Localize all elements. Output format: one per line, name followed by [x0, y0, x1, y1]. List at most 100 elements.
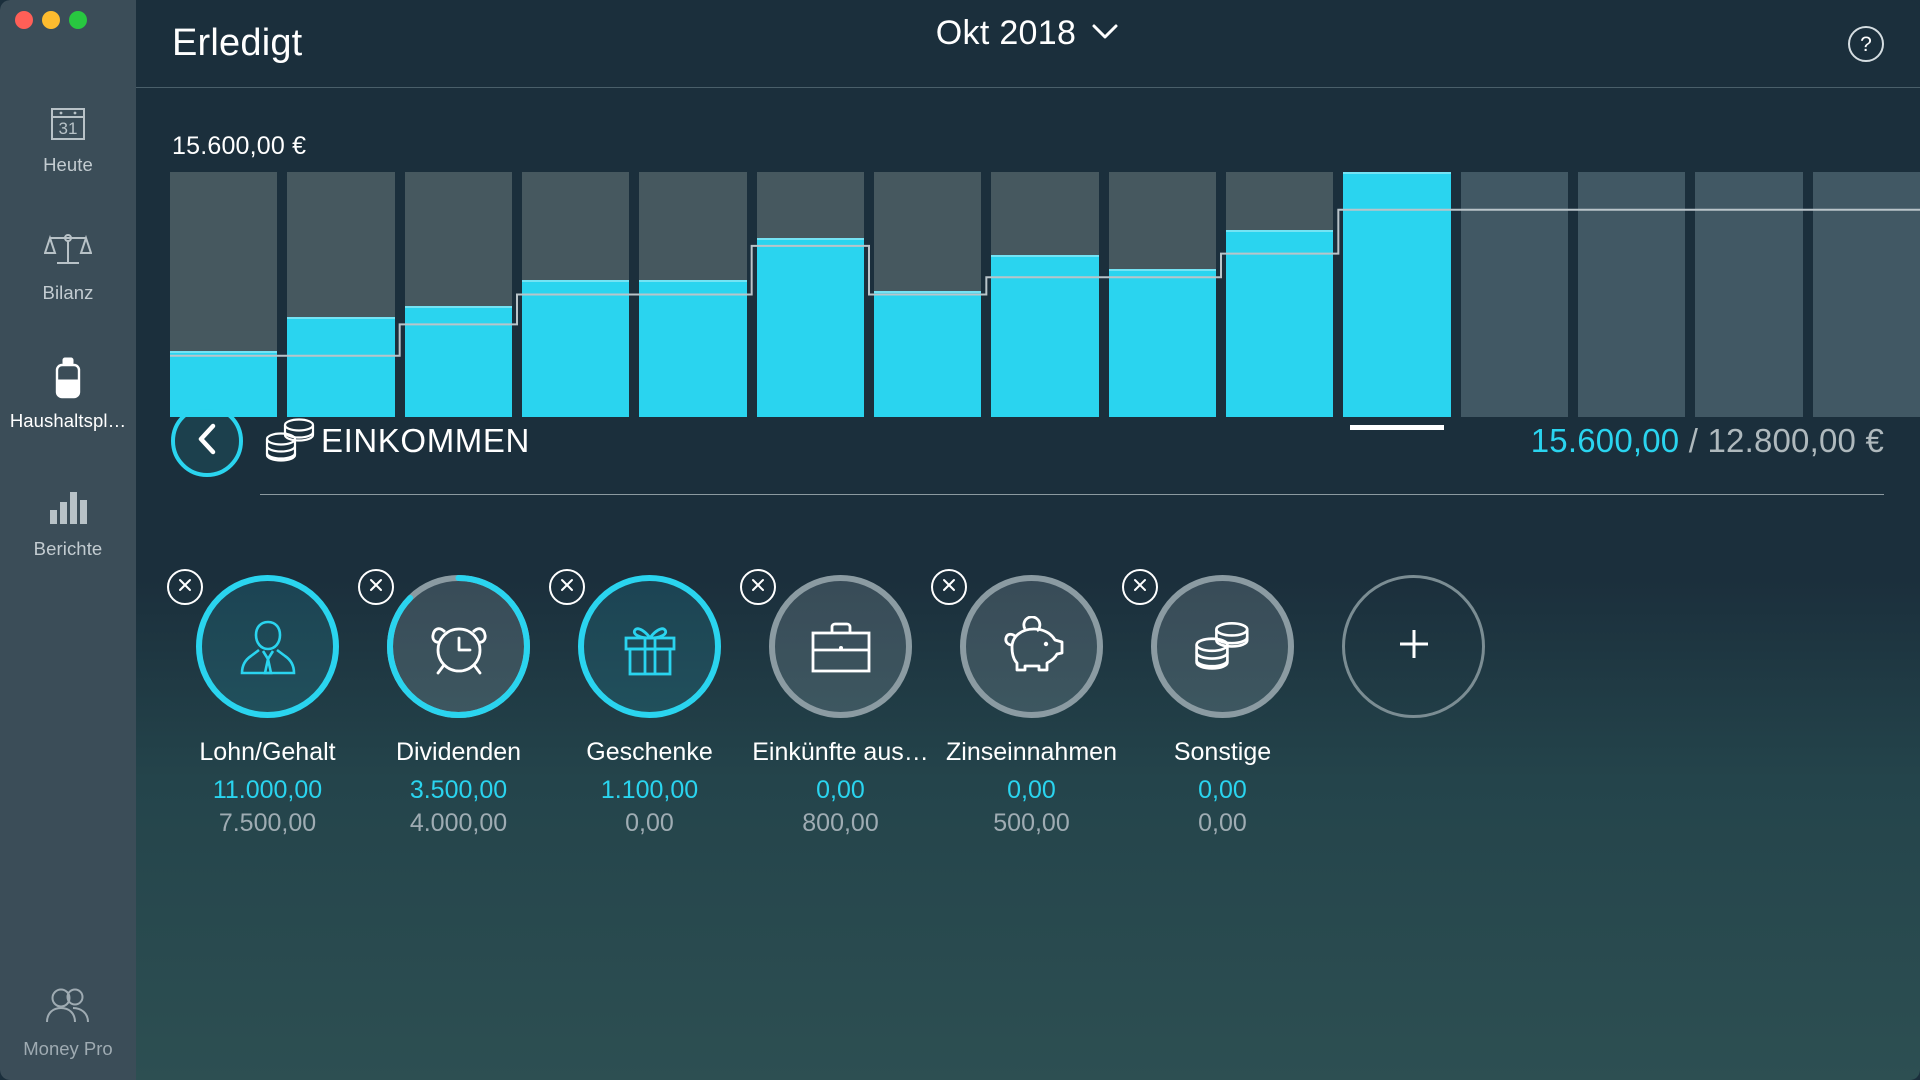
section-total: 12.800,00 € [1707, 422, 1884, 459]
delete-category-button[interactable] [1122, 569, 1158, 605]
titlebar: Erledigt Okt 2018 ? [136, 0, 1920, 88]
add-category-button[interactable] [1342, 575, 1485, 718]
period-selector[interactable]: Okt 2018 [136, 14, 1920, 53]
sidebar-item-bilanz[interactable]: Bilanz [0, 214, 136, 318]
svg-text:31: 31 [59, 119, 78, 138]
chart-max-label: 15.600,00 € [172, 132, 307, 160]
category-label: Dividenden [395, 738, 522, 766]
help-button[interactable]: ? [1848, 26, 1884, 62]
category-spent: 0,00 [816, 776, 865, 804]
bar-track [1460, 172, 1568, 417]
period-label: Okt 2018 [935, 14, 1077, 52]
sidebar-nav: 31 Heute Bilanz Haushaltspl… Berichte [0, 86, 136, 598]
calendar-31-icon: 31 [42, 100, 94, 146]
category-budget: 0,00 [625, 809, 674, 837]
battery-icon [42, 356, 94, 402]
briefcase-icon [805, 616, 877, 678]
sidebar-item-label: Heute [43, 154, 93, 175]
sidebar-item-label: Haushaltspl… [9, 410, 127, 431]
close-window-button[interactable] [15, 11, 33, 29]
close-circle-icon [366, 575, 386, 600]
section-divider [260, 494, 1884, 495]
section-spent: 15.600,00 [1530, 422, 1680, 459]
category-budget: 800,00 [802, 809, 879, 837]
category-cell: Dividenden 3.500,00 4.000,00 [358, 569, 554, 838]
category-budget: 7.500,00 [218, 809, 317, 837]
alarm-clock-icon [423, 611, 495, 683]
sidebar-item-label: Berichte [33, 538, 103, 559]
delete-category-button[interactable] [740, 569, 776, 605]
section-title: EINKOMMEN [321, 422, 530, 459]
sidebar-item-haushaltsplan[interactable]: Haushaltspl… [0, 342, 136, 446]
sidebar-item-berichte[interactable]: Berichte [0, 470, 136, 574]
question-mark-icon: ? [1860, 32, 1872, 56]
chart-bar-month[interactable] [1695, 172, 1803, 417]
money-pro-brand[interactable]: Money Pro [0, 986, 136, 1060]
brand-label: Money Pro [23, 1038, 113, 1059]
section-header: EINKOMMEN 15.600,00 / 12.800,00 € [136, 395, 1920, 505]
chart-bar-month[interactable] [756, 172, 864, 417]
category-cell: Zinseinnahmen 0,00 500,00 [931, 569, 1127, 838]
chart-bar-month[interactable] [1460, 172, 1568, 417]
coins-stack-icon [260, 410, 322, 472]
category-spent: 11.000,00 [212, 776, 323, 804]
chart-bar-month[interactable] [1226, 172, 1334, 417]
close-circle-icon [175, 575, 195, 600]
chart-bar-month[interactable] [991, 172, 1099, 417]
category-label: Lohn/Gehalt [199, 738, 336, 766]
chart-bar-month[interactable] [404, 172, 512, 417]
back-button[interactable] [171, 405, 243, 477]
sidebar-item-label: Bilanz [42, 282, 94, 303]
bar-chart-icon [42, 484, 94, 530]
chart-bar-month[interactable] [874, 172, 982, 417]
plus-icon [1391, 621, 1437, 672]
delete-category-button[interactable] [549, 569, 585, 605]
delete-category-button[interactable] [931, 569, 967, 605]
section-separator: / [1688, 422, 1699, 459]
category-label: Sonstige [1173, 738, 1272, 766]
category-label: Zinseinnahmen [946, 738, 1117, 766]
delete-category-button[interactable] [358, 569, 394, 605]
category-circle-wrap [167, 569, 339, 718]
person-tie-icon [233, 612, 303, 682]
zoom-window-button[interactable] [69, 11, 87, 29]
sidebar: 31 Heute Bilanz Haushaltspl… Berichte Mo… [0, 0, 136, 1080]
close-circle-icon [1130, 575, 1150, 600]
piggy-bank-icon [995, 615, 1069, 678]
main-content: Erledigt Okt 2018 ? 15.600,00 € EINKOMME… [136, 0, 1920, 1080]
bar-value [756, 237, 864, 417]
chart-bar-month[interactable] [1108, 172, 1216, 417]
minimize-window-button[interactable] [42, 11, 60, 29]
category-cell: Einkünfte aus… 0,00 800,00 [740, 569, 936, 838]
add-category-cell [1318, 575, 1509, 838]
chart-bars [170, 172, 1920, 430]
category-circle-wrap [931, 569, 1103, 718]
bar-track [1695, 172, 1803, 417]
category-circle-wrap [1122, 569, 1294, 718]
window-traffic-lights [15, 11, 87, 29]
delete-category-button[interactable] [167, 569, 203, 605]
category-grid: Lohn/Gehalt 11.000,00 7.500,00 Dividenden 3… [167, 569, 1509, 838]
scales-icon [42, 228, 94, 274]
chart-bar-month[interactable] [1578, 172, 1686, 417]
category-spent: 1.100,00 [600, 776, 699, 804]
users-icon [42, 986, 94, 1031]
section-amounts: 15.600,00 / 12.800,00 € [1531, 422, 1884, 460]
chart-bar-month[interactable] [639, 172, 747, 417]
coins-stack-icon [1190, 616, 1256, 678]
bar-value [1226, 230, 1334, 417]
category-circle-wrap [358, 569, 530, 718]
sidebar-item-heute[interactable]: 31 Heute [0, 86, 136, 190]
category-cell: Sonstige 0,00 0,00 [1122, 569, 1318, 838]
chart-bar-month[interactable] [522, 172, 630, 417]
category-spent: 0,00 [1007, 776, 1056, 804]
close-circle-icon [557, 575, 577, 600]
chart-bar-month[interactable] [170, 172, 278, 417]
chart-bar-month[interactable] [1812, 172, 1920, 417]
category-budget: 0,00 [1198, 809, 1247, 837]
chart-bar-selected[interactable] [1343, 172, 1451, 430]
chevron-left-icon [194, 422, 220, 461]
app-window: 31 Heute Bilanz Haushaltspl… Berichte Mo… [0, 0, 1920, 1080]
close-circle-icon [748, 575, 768, 600]
chart-bar-month[interactable] [287, 172, 395, 417]
